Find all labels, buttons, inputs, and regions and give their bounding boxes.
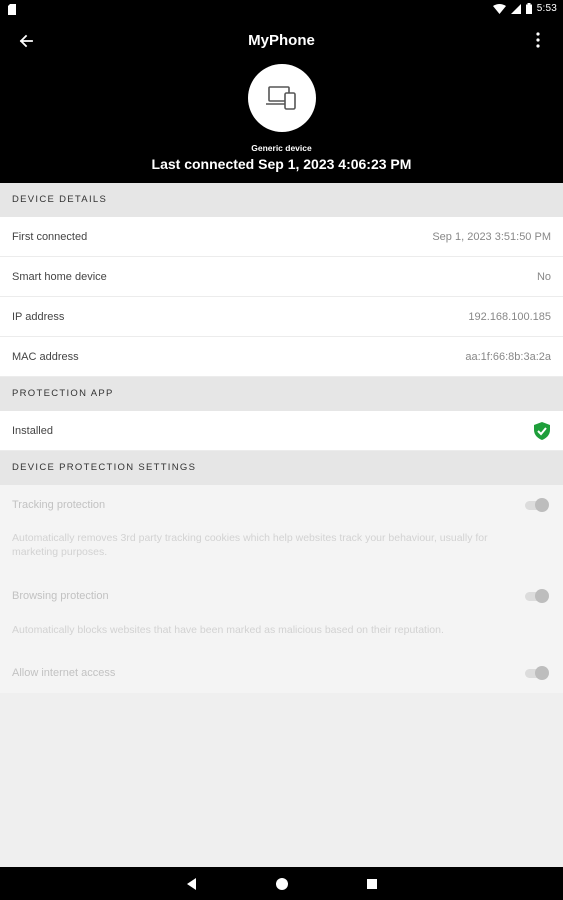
clock: 5:53 (536, 3, 557, 14)
device-avatar (248, 64, 316, 132)
device-header: MyPhone Generic device Last connected Se… (0, 20, 563, 183)
section-header-device-details: DEVICE DETAILS (0, 183, 563, 217)
allow-internet-title: Allow internet access (12, 667, 116, 679)
nav-back-icon[interactable] (184, 876, 200, 892)
detail-value: aa:1f:66:8b:3a:2a (465, 350, 551, 363)
detail-value: Sep 1, 2023 3:51:50 PM (432, 230, 551, 243)
detail-row-first-connected: First connected Sep 1, 2023 3:51:50 PM (0, 217, 563, 257)
browsing-protection-description: Automatically blocks websites that have … (12, 624, 444, 636)
battery-icon (525, 3, 532, 14)
detail-value: No (536, 270, 551, 283)
sim-card-icon (8, 4, 16, 15)
device-type-label: Generic device (251, 143, 312, 153)
laptop-phone-icon (266, 86, 296, 110)
tracking-protection-toggle[interactable] (525, 498, 549, 512)
detail-label: IP address (12, 310, 65, 323)
detail-row-smart-home: Smart home device No (0, 257, 563, 297)
system-nav-bar (0, 867, 563, 900)
tracking-protection-description: Automatically removes 3rd party tracking… (12, 532, 488, 558)
detail-label: Smart home device (12, 270, 107, 283)
nav-home-icon[interactable] (274, 876, 290, 892)
section-header-protection-app: PROTECTION APP (0, 377, 563, 411)
shield-check-icon (534, 421, 550, 440)
wifi-icon (492, 3, 506, 14)
status-bar: 5:53 (0, 0, 563, 20)
detail-row-ip-address: IP address 192.168.100.185 (0, 297, 563, 337)
protection-app-row: Installed (0, 411, 563, 451)
protection-settings-panel: Tracking protection Automatically remove… (0, 485, 563, 693)
section-header-protection-settings: DEVICE PROTECTION SETTINGS (0, 451, 563, 485)
detail-row-mac-address: MAC address aa:1f:66:8b:3a:2a (0, 337, 563, 377)
detail-label: MAC address (12, 350, 79, 363)
installed-label: Installed (12, 424, 53, 437)
allow-internet-toggle[interactable] (525, 666, 549, 680)
detail-value: 192.168.100.185 (468, 310, 551, 323)
more-options-icon[interactable] (533, 29, 543, 51)
tracking-protection-title: Tracking protection (12, 499, 106, 511)
detail-label: First connected (12, 230, 88, 243)
last-connected-label: Last connected Sep 1, 2023 4:06:23 PM (151, 156, 412, 172)
browsing-protection-toggle[interactable] (525, 589, 549, 603)
nav-recents-icon[interactable] (364, 876, 380, 892)
browsing-protection-title: Browsing protection (12, 590, 109, 602)
page-title: MyPhone (248, 32, 315, 49)
signal-icon (510, 3, 521, 14)
